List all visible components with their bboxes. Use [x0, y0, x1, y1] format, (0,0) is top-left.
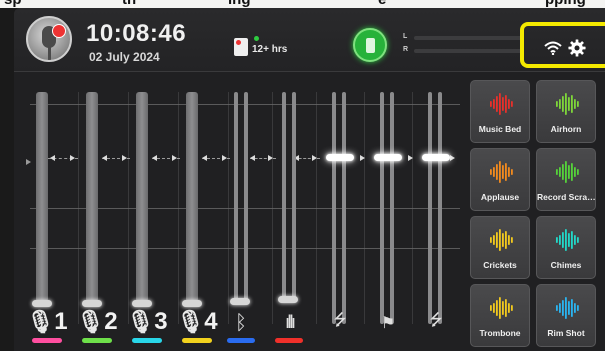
channel-number: 3	[154, 308, 168, 335]
wifi-icon[interactable]	[544, 41, 562, 55]
clock-date: 02 July 2024	[89, 50, 160, 64]
channel-color-bar	[82, 338, 112, 343]
waveform-icon	[490, 93, 513, 115]
usb-1-icon: ⭍	[333, 309, 347, 329]
pad-label: Record Scra…	[537, 192, 595, 202]
mixer-screen: 10:08:46 02 July 2024 12+ hrs L R 🎙︎ 1 🎙…	[14, 8, 605, 351]
clock-time: 10:08:46	[86, 20, 187, 47]
sound-pads-grid: Music Bed Airhorn Applause Record Scra… …	[470, 80, 605, 351]
fader-track-mic-1[interactable]	[36, 92, 48, 302]
mic-icon: 🎙︎	[126, 309, 155, 335]
fader-knob-bluetooth[interactable]	[230, 298, 250, 305]
podcast-avatar[interactable]	[26, 16, 72, 62]
fader-track-mic-3[interactable]	[136, 92, 148, 302]
pad-record-scratch[interactable]: Record Scra…	[536, 148, 596, 211]
record-button[interactable]	[353, 28, 387, 62]
status-header: 10:08:46 02 July 2024 12+ hrs L R	[14, 8, 605, 72]
channel-usb-flag[interactable]: ⚑	[374, 306, 402, 338]
fader-track-usb1-r[interactable]	[342, 92, 346, 324]
fader-knob-usb-flag[interactable]	[374, 154, 402, 161]
recording-time-remaining: 12+ hrs	[252, 44, 288, 55]
fader-track-usb-flag-l[interactable]	[380, 92, 384, 324]
pad-applause[interactable]: Applause	[470, 148, 530, 211]
fader-track-usb2-r[interactable]	[438, 92, 442, 324]
pad-label: Crickets	[483, 260, 517, 270]
pad-crickets[interactable]: Crickets	[470, 216, 530, 279]
usb-2-icon: ⭍	[429, 309, 443, 329]
channel-mic-1[interactable]: 🎙︎ 1	[26, 306, 68, 338]
pad-label: Rim Shot	[547, 328, 585, 338]
gear-icon[interactable]	[568, 39, 586, 57]
pad-airhorn[interactable]: Airhorn	[536, 80, 596, 143]
waveform-icon	[556, 93, 579, 115]
channel-number: 1	[54, 308, 68, 335]
highlight-box	[520, 22, 605, 68]
waveform-icon	[556, 161, 579, 183]
play-marker-icon	[26, 159, 31, 165]
pad-trombone[interactable]: Trombone	[470, 284, 530, 347]
fader-track-pads-r[interactable]	[292, 92, 296, 298]
fader-track-bluetooth-r[interactable]	[244, 92, 248, 300]
waveform-icon	[490, 229, 513, 251]
usb-flag-icon: ⚑	[380, 312, 396, 332]
fader-track-bluetooth-l[interactable]	[234, 92, 238, 300]
mic-icon: 🎙︎	[26, 309, 55, 335]
channel-sound-pads[interactable]: ıllı	[274, 306, 304, 338]
channel-number: 2	[104, 308, 118, 335]
fader-track-usb2-l[interactable]	[428, 92, 432, 324]
channel-usb-1[interactable]: ⭍	[326, 306, 354, 338]
waveform-icon	[556, 229, 579, 251]
fader-track-usb-flag-r[interactable]	[390, 92, 394, 324]
pad-label: Chimes	[550, 260, 582, 270]
channel-bluetooth[interactable]: ᛒ	[226, 306, 256, 338]
fader-knob-usb2[interactable]	[422, 154, 450, 161]
pad-label: Trombone	[479, 328, 521, 338]
channel-usb-2[interactable]: ⭍	[422, 306, 450, 338]
channel-color-bar	[275, 338, 303, 343]
channel-color-bar	[32, 338, 62, 343]
waveform-icon	[490, 161, 513, 183]
fader-knob-pads[interactable]	[278, 296, 298, 303]
cut-text-1: sp	[4, 0, 22, 8]
meter-left-label: L	[403, 33, 408, 40]
channel-color-bar	[182, 338, 212, 343]
cut-text-5: pping	[545, 0, 586, 8]
battery-icon	[366, 38, 375, 53]
mic-icon: 🎙︎	[76, 309, 105, 335]
waveform-icon	[556, 297, 579, 319]
fader-track-usb1-l[interactable]	[332, 92, 336, 324]
cut-text-3: ing	[228, 0, 251, 8]
meter-right-label: R	[403, 46, 409, 53]
mic-icon: 🎙︎	[176, 309, 205, 335]
fader-track-mic-4[interactable]	[186, 92, 198, 302]
channel-mic-4[interactable]: 🎙︎ 4	[176, 306, 218, 338]
bluetooth-icon: ᛒ	[235, 310, 247, 334]
fader-knob-usb1[interactable]	[326, 154, 354, 161]
fader-track-pads-l[interactable]	[282, 92, 286, 298]
channel-color-bar	[227, 338, 255, 343]
sound-pads-icon: ıllı	[284, 311, 296, 333]
pad-rim-shot[interactable]: Rim Shot	[536, 284, 596, 347]
top-cut-text: sp th ing e pping	[0, 0, 605, 8]
pad-chimes[interactable]: Chimes	[536, 216, 596, 279]
waveform-icon	[490, 297, 513, 319]
cut-text-2: th	[122, 0, 136, 8]
channel-number: 4	[204, 308, 218, 335]
meter-right	[414, 49, 522, 53]
channel-color-bar	[132, 338, 162, 343]
sd-card-icon	[234, 38, 248, 56]
cut-text-4: e	[378, 0, 386, 8]
meter-left	[414, 36, 522, 40]
pad-music-bed[interactable]: Music Bed	[470, 80, 530, 143]
pad-label: Applause	[480, 192, 520, 202]
pad-label: Music Bed	[478, 124, 522, 134]
fader-track-mic-2[interactable]	[86, 92, 98, 302]
pad-label: Airhorn	[550, 124, 582, 134]
recording-ready-dot	[254, 36, 259, 41]
channel-mic-2[interactable]: 🎙︎ 2	[76, 306, 118, 338]
channel-mic-3[interactable]: 🎙︎ 3	[126, 306, 168, 338]
